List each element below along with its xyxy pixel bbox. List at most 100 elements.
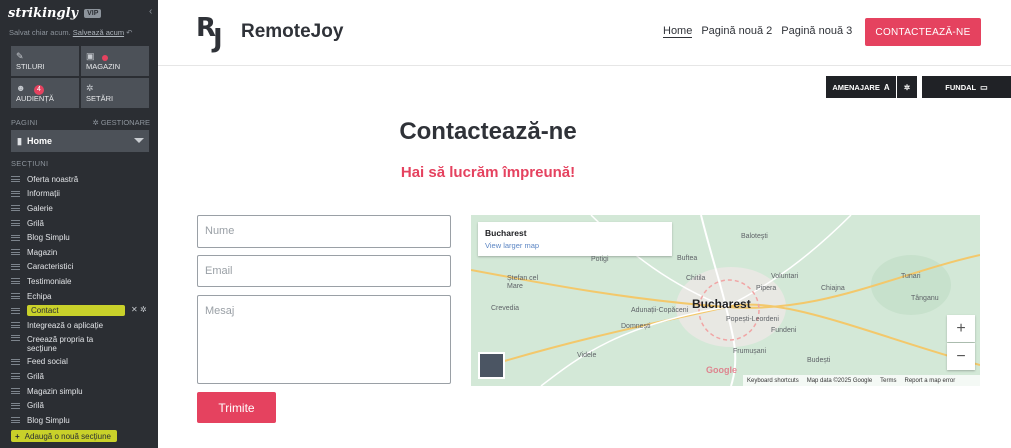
site-nav: Home Pagină nouă 2 Pagină nouă 3 (663, 25, 861, 38)
save-now-link[interactable]: Salvează acum (73, 28, 124, 37)
section-item[interactable]: Echipa (11, 289, 156, 304)
name-field[interactable]: Nume (197, 215, 451, 248)
drag-handle-icon[interactable] (11, 220, 20, 227)
background-button[interactable]: FUNDAL ▭ (922, 76, 1011, 98)
gear-icon: ✲ (86, 83, 94, 93)
undo-icon[interactable]: ↶ (126, 28, 132, 37)
section-item[interactable]: Testimoniale (11, 274, 156, 289)
tile-store-label: MAGAZIN (86, 62, 121, 71)
drag-handle-icon[interactable] (11, 373, 20, 380)
email-field[interactable]: Email (197, 255, 451, 287)
drag-handle-icon[interactable] (11, 190, 20, 197)
brand-name[interactable]: RemoteJoy (241, 21, 343, 43)
section-settings-button[interactable]: ✲ (897, 76, 917, 98)
section-item[interactable]: Oferta noastră (11, 172, 156, 187)
sidebar-tiles: ✎ STILURI ▣ MAGAZIN ☻ 4 AUDIENȚĂ ✲ SETĂR… (11, 46, 149, 108)
map-city-label: Bucharest (692, 297, 751, 311)
drag-handle-icon[interactable] (11, 358, 20, 365)
collapse-sidebar-icon[interactable]: ‹ (149, 6, 152, 17)
nav-home[interactable]: Home (663, 25, 693, 38)
map-place-label: Buftea (677, 255, 698, 262)
drag-handle-icon[interactable] (11, 417, 20, 424)
tile-settings-label: SETĂRI (86, 94, 114, 103)
google-logo: Google (706, 365, 737, 375)
drag-handle-icon[interactable] (11, 234, 20, 241)
tile-styles[interactable]: ✎ STILURI (11, 46, 79, 76)
add-section-button[interactable]: + Adaugă o nouă secțiune (11, 430, 117, 442)
map-place-label: Voluntari (771, 273, 799, 280)
drag-handle-icon[interactable] (11, 402, 20, 409)
drag-handle-icon[interactable] (11, 176, 20, 183)
map-place-label: Ștefan cel Mare (507, 275, 539, 290)
section-item[interactable]: Creează propria ta secțiune (11, 333, 156, 355)
map-place-label: Fundeni (771, 327, 797, 334)
zoom-out-button[interactable]: − (947, 343, 975, 370)
drag-handle-icon[interactable] (11, 205, 20, 212)
section-item[interactable]: Informații (11, 187, 156, 202)
notification-dot (102, 55, 108, 61)
map-place-label: Chiajna (821, 285, 845, 292)
section-item[interactable]: Grilă (11, 216, 156, 231)
add-section-label: Adaugă o nouă secțiune (24, 431, 111, 441)
current-page: Home (26, 136, 52, 146)
section-item[interactable]: Magazin simplu (11, 384, 156, 399)
section-item[interactable]: Blog Simplu (11, 230, 156, 245)
contact-subtitle[interactable]: Hai să lucrăm împreună! (158, 164, 818, 181)
manage-pages-button[interactable]: ✲ GESTIONARE (92, 118, 150, 127)
terms-link[interactable]: Terms (880, 378, 896, 384)
nav-page-3[interactable]: Pagină nouă 3 (781, 25, 852, 38)
tile-settings[interactable]: ✲ SETĂRI (81, 78, 149, 108)
message-field[interactable]: Mesaj (197, 295, 451, 384)
drag-handle-icon[interactable] (11, 322, 20, 329)
section-item-active[interactable]: Contact ✕ ✲ (11, 303, 156, 318)
drag-handle-icon[interactable] (11, 307, 20, 314)
sidebar-header: strikingly VIP (0, 0, 158, 26)
brand-logo-icon[interactable]: R J (196, 13, 234, 54)
view-larger-map-link[interactable]: View larger map (485, 241, 665, 250)
section-item[interactable]: Feed social (11, 355, 156, 370)
nav-page-2[interactable]: Pagină nouă 2 (701, 25, 772, 38)
drag-handle-icon[interactable] (11, 334, 20, 341)
map-place-label: Potigi (591, 256, 609, 263)
report-error-link[interactable]: Report a map error (905, 378, 956, 384)
manage-label: GESTIONARE (100, 118, 150, 127)
section-item[interactable]: Grilă (11, 369, 156, 384)
embedded-map[interactable]: Bucharest View larger map Baloteşti Poti… (471, 215, 980, 386)
section-item[interactable]: Grilă (11, 398, 156, 413)
contact-title[interactable]: Contactează-ne (158, 118, 818, 146)
drag-handle-icon[interactable] (11, 278, 20, 285)
map-place-label: Pipera (756, 285, 777, 292)
satellite-toggle[interactable] (478, 352, 505, 379)
drag-handle-icon[interactable] (11, 293, 20, 300)
drag-handle-icon[interactable] (11, 263, 20, 270)
page-selector[interactable]: ▮ Home (11, 130, 149, 152)
map-card-title: Bucharest (485, 228, 527, 238)
drag-handle-icon[interactable] (11, 388, 20, 395)
editor-sidebar: strikingly VIP ‹ Salvat chiar acum. Salv… (0, 0, 158, 448)
brush-icon: ✎ (16, 51, 24, 61)
drag-handle-icon[interactable] (11, 249, 20, 256)
submit-button[interactable]: Trimite (197, 392, 276, 423)
close-icon[interactable]: ✕ (131, 305, 138, 314)
gear-icon[interactable]: ✲ (140, 305, 147, 314)
tile-styles-label: STILURI (16, 62, 45, 71)
image-icon: ▭ (980, 82, 988, 92)
map-place-label: Crevedia (491, 305, 520, 312)
section-item[interactable]: Blog Simplu (11, 413, 156, 428)
keyboard-shortcuts-link[interactable]: Keyboard shortcuts (747, 378, 799, 384)
section-item[interactable]: Galerie (11, 201, 156, 216)
contact-cta-button[interactable]: CONTACTEAZĂ-NE (865, 18, 981, 46)
layout-label: AMENAJARE (832, 82, 880, 92)
save-status: Salvat chiar acum. Salvează acum ↶ (0, 26, 158, 44)
vip-badge: VIP (84, 8, 102, 18)
section-item[interactable]: Integrează o aplicație (11, 318, 156, 333)
layout-button[interactable]: AMENAJARE A (826, 76, 896, 98)
zoom-in-button[interactable]: + (947, 315, 975, 342)
section-item[interactable]: Caracteristici (11, 260, 156, 275)
tile-store[interactable]: ▣ MAGAZIN (81, 46, 149, 76)
saved-text: Salvat chiar acum. (9, 28, 71, 37)
section-item[interactable]: Magazin (11, 245, 156, 260)
tile-audience[interactable]: ☻ 4 AUDIENȚĂ (11, 78, 79, 108)
site-header: R J RemoteJoy Home Pagină nouă 2 Pagină … (158, 0, 1011, 66)
map-attribution: Keyboard shortcuts Map data ©2025 Google… (743, 375, 980, 386)
